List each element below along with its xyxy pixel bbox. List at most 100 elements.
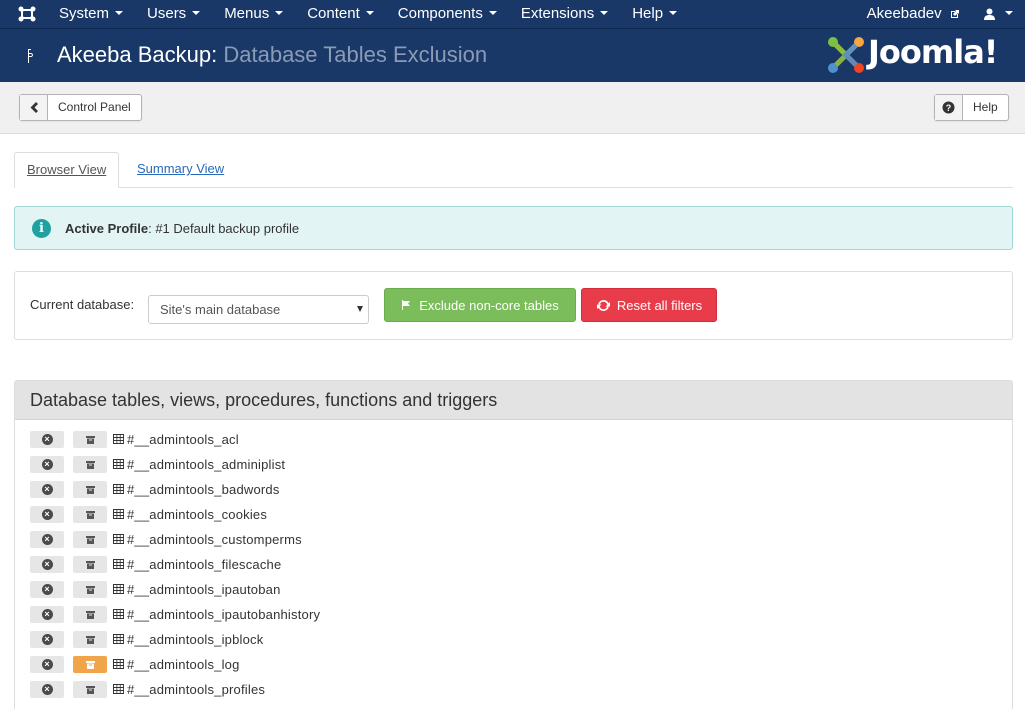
table-icon [113,609,124,619]
joomla-icon[interactable] [17,5,37,23]
exclude-table-button[interactable]: × [30,681,64,698]
joomla-logo-text: Joomla! [868,33,998,71]
exclude-table-button[interactable]: × [30,456,64,473]
exclude-data-button[interactable] [73,506,107,523]
menu-label: System [59,5,110,22]
table-name: #__admintools_ipautoban [127,582,281,597]
database-filter-bar: Current database: Site's main database E… [14,271,1013,340]
menu-label: Users [147,5,187,22]
table-list: × #__admintools_acl × #__admintools_adminip… [15,431,1014,706]
archive-icon [85,435,95,444]
menu-label: Components [397,5,483,22]
remove-icon: × [41,484,53,495]
exclude-table-button[interactable]: × [30,506,64,523]
exclude-data-button[interactable] [73,681,107,698]
exclude-table-button[interactable]: × [30,431,64,448]
tab-browser-view[interactable]: Browser View [14,152,120,188]
menu-extensions[interactable]: Extensions [509,0,620,29]
table-name: #__admintools_filescache [127,557,282,572]
archive-icon [85,535,95,544]
remove-icon: × [41,584,53,595]
exclude-data-button[interactable] [73,531,107,548]
exclude-data-button[interactable] [73,481,107,498]
archive-icon [85,560,95,569]
table-name: #__admintools_profiles [127,682,266,697]
archive-icon [85,510,95,519]
reset-filters-button[interactable]: Reset all filters [581,288,717,322]
exclude-non-core-button[interactable]: Exclude non-core tables [384,288,576,322]
table-name: #__admintools_adminiplist [127,457,286,472]
table-row: × #__admintools_adminiplist [15,456,1014,481]
menu-users[interactable]: Users [135,0,212,29]
help-label: Help [973,100,998,114]
remove-icon: × [41,559,53,570]
exclude-data-button[interactable] [73,431,107,448]
remove-icon: × [41,659,53,670]
exclude-table-button[interactable]: × [30,606,64,623]
reset-filters-label: Reset all filters [616,297,703,313]
svg-text:?: ? [946,103,952,113]
page-header: Akeeba Backup: Database Tables Exclusion… [0,29,1025,82]
table-icon [113,484,124,494]
exclude-data-button[interactable] [73,656,107,673]
user-menu[interactable] [972,0,1025,29]
remove-icon: × [41,509,53,520]
exclude-table-button[interactable]: × [30,631,64,648]
exclude-data-button[interactable] [73,556,107,573]
help-button[interactable]: ? Help [934,94,1009,121]
exclude-data-button[interactable] [73,456,107,473]
exclude-data-button[interactable] [73,606,107,623]
table-name: #__admintools_customperms [127,532,302,547]
archive-icon [85,660,95,669]
exclude-data-button[interactable] [73,631,107,648]
joomla-logo-icon [828,37,864,73]
remove-icon: × [41,459,53,470]
table-row: × #__admintools_log [15,656,1014,681]
question-icon: ? [935,95,963,120]
menu-label: Content [307,5,360,22]
active-profile-label: Active Profile [65,221,149,236]
site-name: Akeebadev [866,5,942,22]
menu-menus[interactable]: Menus [212,0,295,29]
chevron-down-icon [365,11,374,16]
exclude-table-button[interactable]: × [30,556,64,573]
archive-icon [85,685,95,694]
tab-summary-view[interactable]: Summary View [125,152,236,188]
remove-icon: × [41,634,53,645]
table-icon [113,434,124,444]
view-tabs: Browser View Summary View [14,152,1013,188]
chevron-down-icon [1005,11,1013,16]
table-icon [113,559,124,569]
remove-icon: × [41,609,53,620]
select-arrow-icon [357,306,363,312]
table-name: #__admintools_ipblock [127,632,264,647]
site-link[interactable]: Akeebadev [855,0,972,29]
menu-help[interactable]: Help [620,0,689,29]
control-panel-button[interactable]: Control Panel [19,94,142,121]
main-menu: System Users Menus Content Components Extensi… [47,0,689,29]
remove-icon: × [41,684,53,695]
database-select[interactable]: Site's main database [148,295,369,324]
menu-label: Menus [224,5,270,22]
table-icon [113,459,124,469]
refresh-icon [596,299,610,311]
chevron-left-icon [20,95,48,120]
table-row: × #__admintools_badwords [15,481,1014,506]
table-name: #__admintools_acl [127,432,239,447]
menu-components[interactable]: Components [386,0,509,29]
active-profile-value: : #1 Default backup profile [148,221,300,236]
table-row: × #__admintools_ipautoban [15,581,1014,606]
exclude-data-button[interactable] [73,581,107,598]
archive-icon [85,610,95,619]
exclude-table-button[interactable]: × [30,581,64,598]
table-row: × #__admintools_acl [15,431,1014,456]
exclude-table-button[interactable]: × [30,481,64,498]
current-database-label: Current database: [30,297,135,312]
exclude-non-core-label: Exclude non-core tables [419,297,559,313]
exclude-table-button[interactable]: × [30,656,64,673]
exclude-table-button[interactable]: × [30,531,64,548]
menu-label: Extensions [520,5,595,22]
menu-system[interactable]: System [47,0,135,29]
app-name: Akeeba Backup: [57,42,218,67]
menu-content[interactable]: Content [295,0,386,29]
